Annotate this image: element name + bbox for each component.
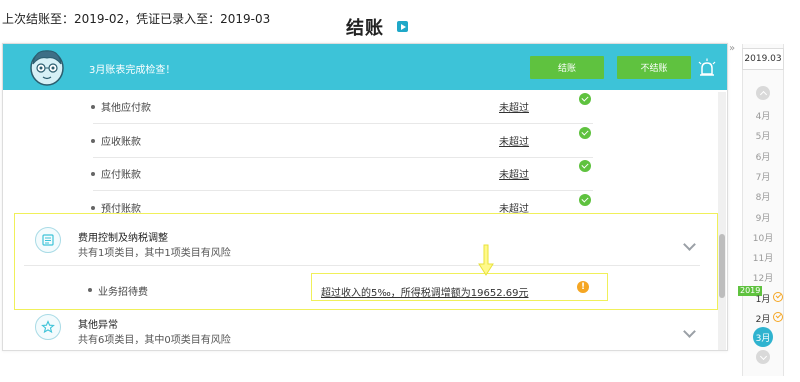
period-display: 2019.03 <box>742 48 784 70</box>
tax-adjust-icon <box>35 227 61 253</box>
month-item[interactable]: 10月 <box>742 231 784 244</box>
tax-adjust-glyph-icon <box>42 234 54 246</box>
page-title: 结账 <box>346 18 384 39</box>
bullet-icon <box>91 105 95 109</box>
warning-icon: ! <box>577 281 589 293</box>
month-item[interactable]: 4月 <box>742 109 784 122</box>
alarm-light-icon[interactable] <box>697 58 717 78</box>
scrollbar-thumb[interactable] <box>719 234 725 298</box>
month-item[interactable]: 11月 <box>742 251 784 264</box>
item-label: 应付账款 <box>101 170 141 181</box>
chevron-up-icon[interactable] <box>756 86 770 100</box>
banner-message: 3月账表完成检查！ <box>89 65 176 76</box>
check-banner: 3月账表完成检查！ 结账 不结账 <box>3 44 727 90</box>
list-item: 应收账款 未超过 <box>3 124 727 158</box>
scrollbar-track[interactable] <box>718 92 726 350</box>
section-divider <box>24 265 700 266</box>
no-settle-button[interactable]: 不结账 <box>617 56 691 79</box>
item-label: 应收账款 <box>101 137 141 148</box>
collapse-toggle[interactable]: » <box>729 43 735 54</box>
chevron-down-icon[interactable] <box>756 350 770 364</box>
month-item[interactable]: 8月 <box>742 190 784 203</box>
month-item[interactable]: 7月 <box>742 170 784 183</box>
month-item[interactable]: 5月 <box>742 129 784 142</box>
star-glyph-icon <box>41 320 55 334</box>
check-ok-icon <box>579 160 591 172</box>
list-item: 其他应付款 未超过 <box>3 90 727 124</box>
item-status-link[interactable]: 未超过 <box>499 133 529 148</box>
settlement-status-info: 上次结账至：2019-02，凭证已录入至：2019-03 <box>2 12 271 26</box>
settle-button[interactable]: 结账 <box>530 56 604 79</box>
item-label: 其他应付款 <box>101 103 151 114</box>
mascot-avatar-icon <box>30 50 64 86</box>
bullet-icon <box>91 172 95 176</box>
check-ok-icon <box>579 93 591 105</box>
month-item[interactable]: 6月 <box>742 150 784 163</box>
section-title: 其他异常 <box>78 320 118 331</box>
bullet-icon <box>88 288 92 292</box>
risk-status-link[interactable]: 超过收入的5‰，所得税调增额为19652.69元 <box>321 284 529 299</box>
annotation-arrow-icon <box>478 244 494 276</box>
settlement-page: 上次结账至：2019-02，凭证已录入至：2019-03 结账 3月账表完成检查… <box>0 0 800 382</box>
video-play-icon[interactable] <box>397 21 408 32</box>
check-ok-icon <box>579 127 591 139</box>
current-month[interactable]: 3月 <box>753 327 773 347</box>
settled-check-icon <box>773 312 783 322</box>
item-label: 业务招待费 <box>98 287 148 298</box>
section-subtitle: 共有6项类目，其中0项类目有风险 <box>78 335 231 346</box>
section-title: 费用控制及纳税调整 <box>78 233 168 244</box>
section-subtitle: 共有1项类目，其中1项类目有风险 <box>78 248 231 259</box>
settled-check-icon <box>773 292 783 302</box>
list-item: 应付账款 未超过 <box>3 157 727 191</box>
star-icon <box>35 314 61 340</box>
bullet-icon <box>91 139 95 143</box>
bullet-icon <box>91 206 95 210</box>
item-status-link[interactable]: 未超过 <box>499 166 529 181</box>
month-item[interactable]: 12月 <box>742 271 784 284</box>
check-ok-icon <box>579 194 591 206</box>
month-item[interactable]: 9月 <box>742 211 784 224</box>
item-status-link[interactable]: 未超过 <box>499 99 529 114</box>
